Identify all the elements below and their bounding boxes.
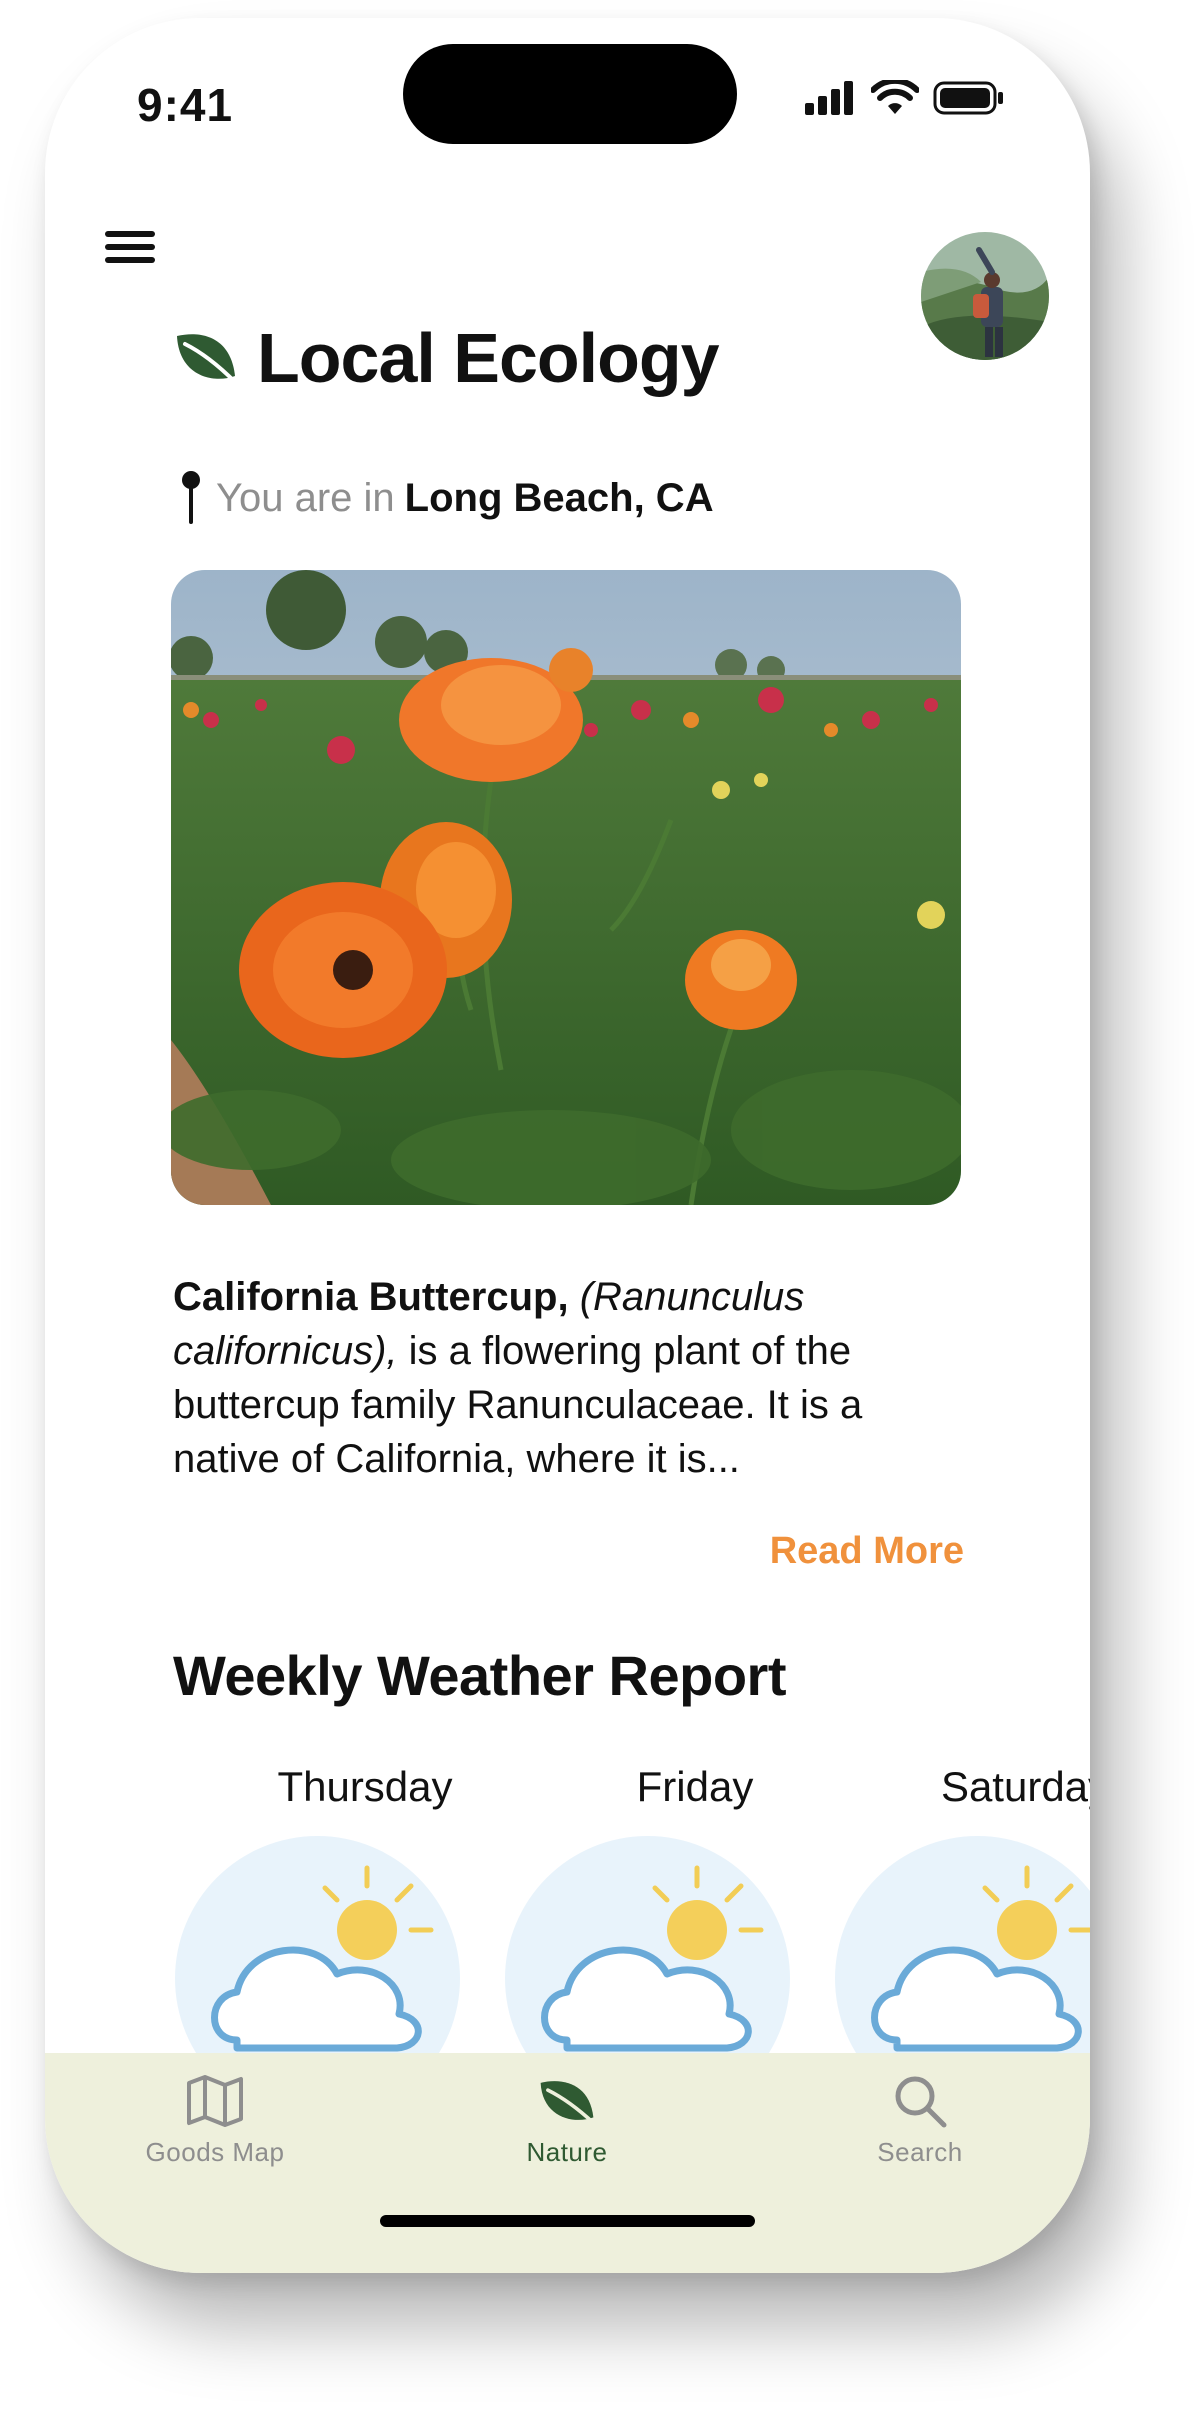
location-place: Long Beach, CA	[404, 475, 714, 520]
user-avatar[interactable]	[921, 232, 1049, 360]
menu-line	[105, 257, 155, 263]
plant-common-name: California Buttercup,	[173, 1275, 569, 1319]
search-icon	[895, 2076, 947, 2128]
featured-plant-photo	[171, 570, 961, 1205]
avatar-image	[921, 232, 1049, 360]
leaf-icon	[177, 334, 237, 384]
page-header: Local Ecology	[173, 318, 720, 398]
read-more-link[interactable]: Read More	[770, 1530, 964, 1573]
tab-label: Goods Map	[145, 2137, 285, 2167]
menu-line	[105, 231, 155, 237]
wifi-icon	[871, 80, 919, 114]
battery-icon	[933, 81, 1003, 115]
status-time: 9:41	[137, 79, 234, 131]
location-prefix: You are in	[216, 475, 395, 520]
menu-line	[105, 244, 155, 250]
weather-day-label: Thursday	[277, 1763, 453, 1810]
home-indicator[interactable]	[380, 2215, 755, 2227]
location-line: You are in Long Beach, CA	[180, 470, 714, 526]
pin-icon	[182, 471, 200, 524]
phone-frame: 9:41 Local Ecology You are in Long Beach…	[45, 18, 1090, 2273]
tab-label: Nature	[526, 2137, 608, 2167]
status-icons	[805, 73, 1005, 123]
weather-section-title: Weekly Weather Report	[173, 1644, 786, 1707]
hamburger-menu-button[interactable]	[101, 223, 159, 271]
weather-day-label: Saturday	[940, 1763, 1090, 1810]
bottom-tab-bar: Goods Map Nature Search	[45, 2053, 1090, 2273]
tab-goods-map[interactable]: Goods Map	[105, 2073, 325, 2168]
leaf-icon	[540, 2081, 596, 2125]
weather-day-label: Friday	[636, 1763, 754, 1810]
tab-nature[interactable]: Nature	[457, 2073, 677, 2168]
dynamic-island	[403, 44, 737, 144]
tab-search[interactable]: Search	[810, 2073, 1030, 2168]
tab-label: Search	[877, 2137, 963, 2167]
cellular-signal-icon	[805, 81, 853, 115]
plant-description: California Buttercup, (Ranunculus califo…	[173, 1270, 973, 1486]
map-icon	[187, 2075, 243, 2127]
page-title: Local Ecology	[257, 319, 720, 397]
